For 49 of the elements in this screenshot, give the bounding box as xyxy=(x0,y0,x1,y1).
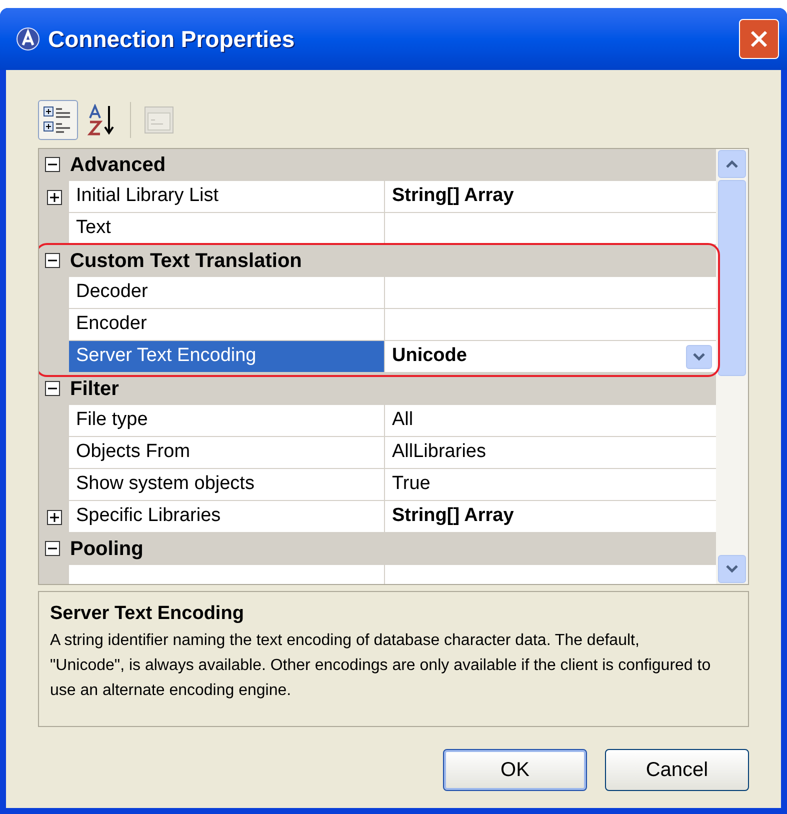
collapse-icon[interactable] xyxy=(45,253,60,268)
category-label: Advanced xyxy=(70,152,166,178)
property-value-cell[interactable]: AllLibraries xyxy=(385,437,716,469)
category-label: Filter xyxy=(70,376,119,402)
chevron-up-icon xyxy=(726,160,738,168)
description-text: A string identifier naming the text encoding of database character data. The default, "Unicode", is always available. Other encodings are only available if the client is configured to use an alternate encoding engine. xyxy=(50,631,712,701)
property-name-cell[interactable]: Decoder xyxy=(69,277,385,309)
ok-button[interactable]: OK xyxy=(443,749,587,791)
scroll-down-button[interactable] xyxy=(718,555,746,583)
scroll-up-button[interactable] xyxy=(718,150,746,178)
description-title: Server Text Encoding xyxy=(50,602,245,626)
property-value-cell[interactable]: String[] Array xyxy=(385,181,716,213)
chevron-down-icon xyxy=(693,352,705,360)
property-name-cell[interactable]: File type xyxy=(69,405,385,437)
property-value-cell[interactable] xyxy=(385,277,716,309)
property-name-cell[interactable]: Server Text Encoding xyxy=(69,341,385,373)
property-name-cell[interactable]: Objects From xyxy=(69,437,385,469)
property-name-cell[interactable]: Show system objects xyxy=(69,469,385,501)
property-name-cell[interactable] xyxy=(69,565,385,584)
close-icon xyxy=(749,29,769,49)
collapse-icon[interactable] xyxy=(45,157,60,172)
collapse-icon[interactable] xyxy=(45,541,60,556)
property-value-cell[interactable]: True xyxy=(385,469,716,501)
collapse-icon[interactable] xyxy=(45,381,60,396)
category-label: Custom Text Translation xyxy=(70,248,302,274)
scrollbar[interactable] xyxy=(716,149,748,584)
cancel-button[interactable]: Cancel xyxy=(605,749,749,791)
property-value-cell[interactable]: All xyxy=(385,405,716,437)
window-title: Connection Properties xyxy=(48,24,296,54)
property-value-cell[interactable] xyxy=(385,213,716,245)
property-value-cell[interactable]: Unicode xyxy=(385,341,716,373)
property-value-cell[interactable] xyxy=(385,565,716,584)
category-label: Pooling xyxy=(70,536,144,562)
chevron-down-icon xyxy=(726,565,738,573)
expand-icon[interactable] xyxy=(46,510,62,524)
app-logo-icon xyxy=(16,27,40,51)
property-name-cell[interactable]: Specific Libraries xyxy=(69,501,385,533)
close-button[interactable] xyxy=(739,19,779,59)
property-name-cell[interactable]: Encoder xyxy=(69,309,385,341)
categorized-list-icon xyxy=(43,105,73,135)
property-value-cell[interactable] xyxy=(385,309,716,341)
property-name-cell[interactable]: Text xyxy=(69,213,385,245)
dropdown-button[interactable] xyxy=(686,344,712,368)
property-value-cell[interactable]: String[] Array xyxy=(385,501,716,533)
scroll-thumb[interactable] xyxy=(718,180,746,376)
property-page-icon xyxy=(144,106,174,134)
property-name-cell[interactable]: Initial Library List xyxy=(69,181,385,213)
categorized-view-button[interactable] xyxy=(38,100,78,140)
expand-icon[interactable] xyxy=(46,190,62,204)
